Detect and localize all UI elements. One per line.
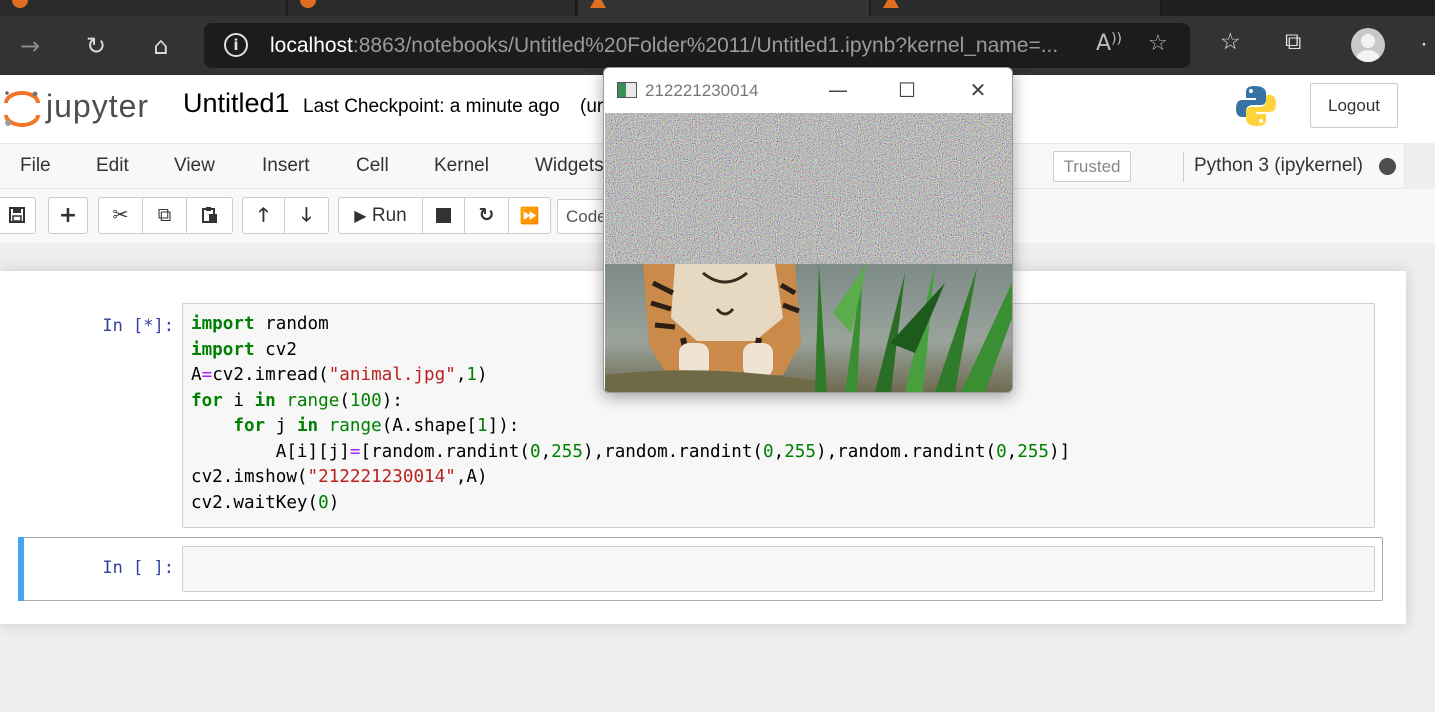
code-line: cv2.waitKey(0) [191,492,340,513]
browser-tab-active[interactable] [578,0,870,16]
menu-insert[interactable]: Insert [262,155,310,177]
notebook-favicon-icon [883,0,899,8]
menu-file[interactable]: File [20,155,51,177]
cell-prompt: In [*]: [102,316,174,336]
checkpoint-status: Last Checkpoint: a minute ago [303,96,560,117]
notebook-favicon-icon [590,0,606,8]
play-icon: ▶ [354,206,367,225]
forward-icon[interactable]: → [12,28,48,64]
move-up-icon[interactable]: 🡑 [242,197,285,234]
displayed-image [605,113,1012,392]
run-label: Run [371,205,407,226]
code-input[interactable] [182,546,1375,592]
run-button[interactable]: ▶ Run [338,197,423,234]
code-line: A=cv2.imread("animal.jpg",1) [191,365,488,385]
autosave-status: (ur [580,96,604,117]
code-line: A[i][j]=[random.randint(0,255),random.ra… [191,441,1071,462]
random-pixel-noise [605,113,1012,264]
window-titlebar[interactable]: 212221230014 — ☐ ✕ [604,68,1012,113]
code-line: import random [191,314,329,334]
tiger [643,264,801,377]
url-path: :8863/notebooks/Untitled%20Folder%2011/U… [352,34,1059,57]
insert-cell-icon[interactable]: + [48,197,88,234]
kernel-name[interactable]: Python 3 (ipykernel) [1194,155,1363,177]
interrupt-icon[interactable] [422,197,465,234]
kernel-divider [1183,152,1184,182]
refresh-icon[interactable]: ↻ [78,28,114,64]
menu-kernel[interactable]: Kernel [434,155,489,177]
home-icon[interactable]: ⌂ [143,28,179,64]
url-text[interactable]: localhost:8863/notebooks/Untitled%20Fold… [270,34,1058,58]
jupyter-favicon-icon [300,0,316,8]
menu-cell[interactable]: Cell [356,155,389,177]
close-icon[interactable]: ✕ [958,76,998,104]
browser-tab-strip [0,0,1435,16]
jupyter-favicon-icon [12,0,28,8]
code-line: for j in range(A.shape[1]): [233,416,520,436]
restart-icon[interactable]: ↻ [464,197,509,234]
window-app-icon [617,82,637,98]
menu-edit[interactable]: Edit [96,155,129,177]
browser-tab[interactable] [871,0,1161,16]
notebook-title[interactable]: Untitled1 [183,88,290,119]
browser-tab[interactable] [0,0,287,16]
paste-icon[interactable] [186,197,233,234]
add-favorite-icon[interactable]: ☆ [1148,31,1168,56]
trusted-indicator[interactable]: Trusted [1053,151,1131,182]
collections-icon[interactable]: ⧉ [1285,29,1301,55]
cut-icon[interactable]: ✂ [98,197,143,234]
window-title: 212221230014 [645,81,759,100]
minimize-icon[interactable]: — [818,76,858,104]
save-icon[interactable] [0,197,36,234]
site-info-icon[interactable]: i [224,33,248,57]
python-logo-icon [1236,86,1276,126]
kernel-busy-indicator [1379,158,1396,175]
favorites-icon[interactable]: ☆ [1220,29,1241,55]
code-line: cv2.imshow("212221230014",A) [191,467,488,487]
code-line: import cv2 [191,339,297,360]
cell-prompt: In [ ]: [102,558,174,578]
maximize-icon[interactable]: ☐ [887,76,927,104]
jupyter-logo-icon [4,91,40,127]
menu-widgets[interactable]: Widgets [535,155,604,177]
jupyter-logo-text: jupyter [46,88,150,124]
profile-avatar[interactable] [1351,28,1385,62]
code-line: for i in range(100): [191,390,403,411]
address-bar[interactable]: i localhost:8863/notebooks/Untitled%20Fo… [204,23,1190,68]
logout-button[interactable]: Logout [1310,83,1398,128]
browser-tab[interactable] [288,0,576,16]
url-host: localhost [270,34,353,57]
code-cell-selected[interactable]: In [ ]: [18,537,1383,601]
read-aloud-icon[interactable]: A)) [1096,31,1122,56]
menu-view[interactable]: View [174,155,215,177]
move-down-icon[interactable]: 🡓 [284,197,329,234]
more-options-icon[interactable]: · [1420,30,1428,58]
restart-run-all-icon[interactable]: ⏩ [508,197,551,234]
opencv-image-window[interactable]: 212221230014 — ☐ ✕ [603,67,1013,393]
copy-icon[interactable]: ⧉ [142,197,187,234]
jupyter-logo[interactable]: jupyter [2,85,162,127]
